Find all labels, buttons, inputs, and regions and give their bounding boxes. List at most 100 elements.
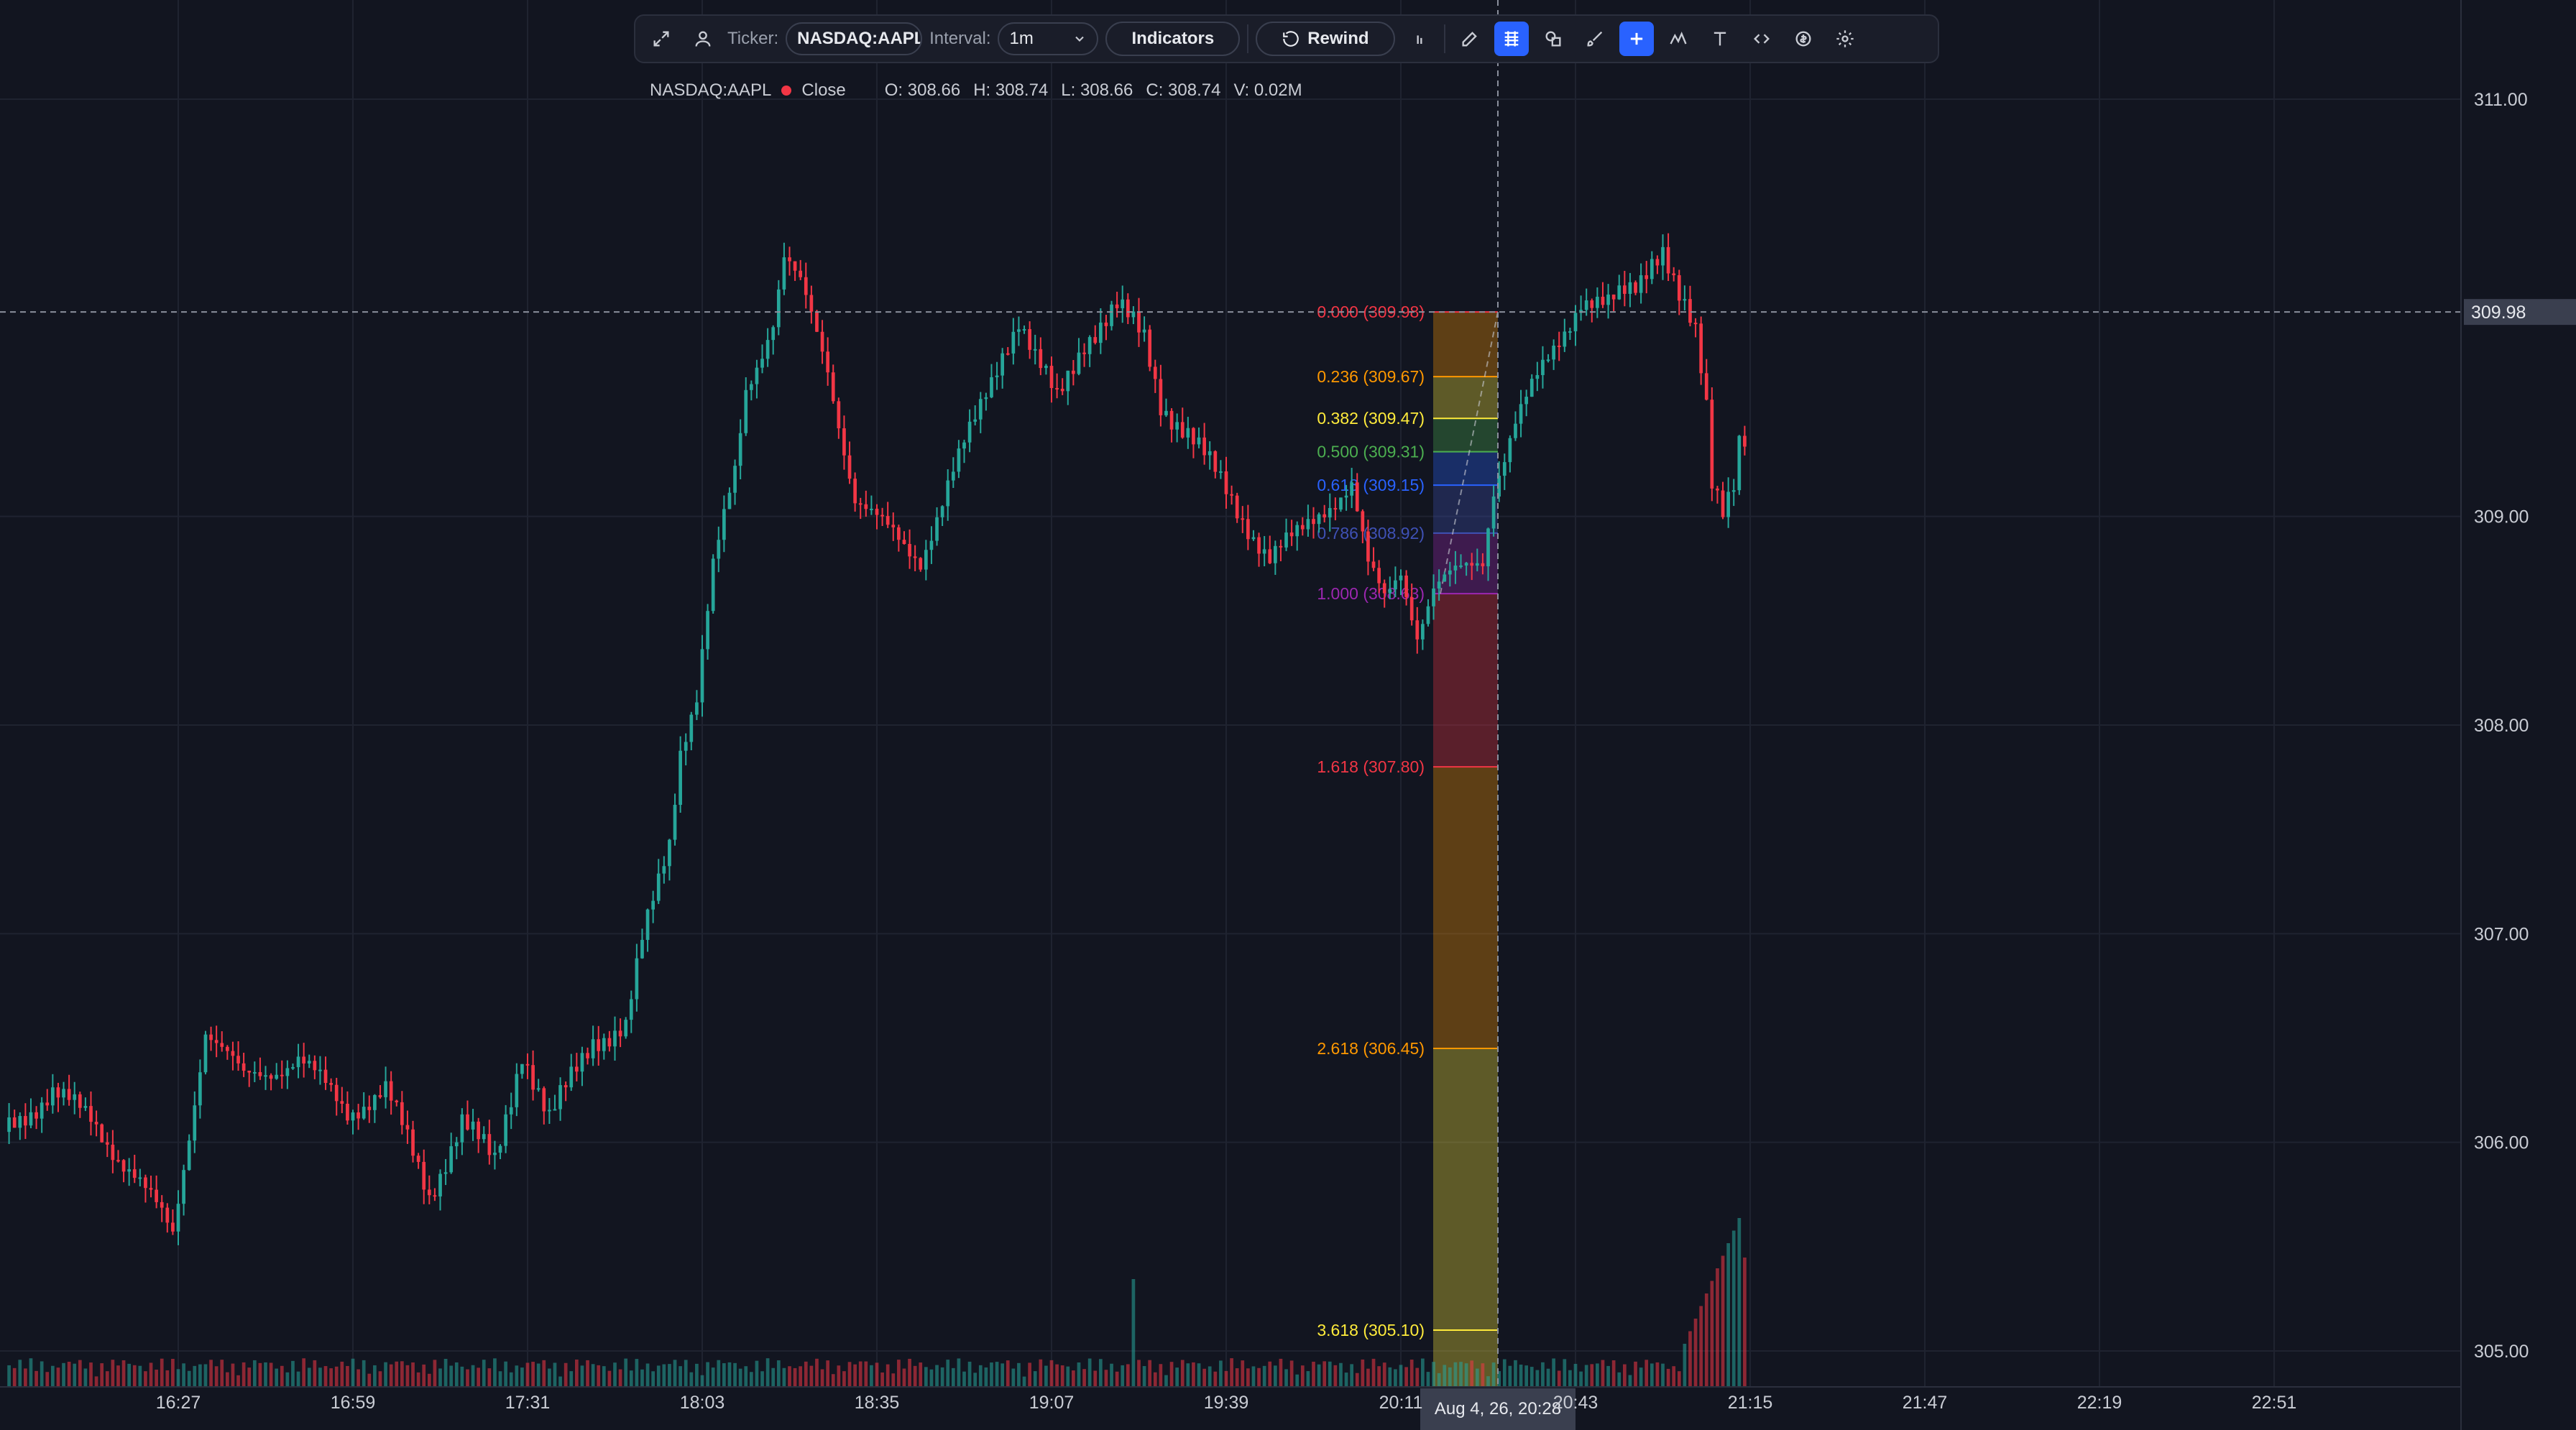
candle-body xyxy=(662,866,666,874)
chart-stage[interactable]: 0.000 (309.98) 0.236 (309.67) 0.382 (309.4… xyxy=(0,0,2576,1430)
candle-body xyxy=(1514,423,1517,438)
volume-bar xyxy=(727,1362,732,1387)
volume-bar xyxy=(504,1361,507,1387)
candle-body xyxy=(171,1222,175,1232)
pencil-icon[interactable] xyxy=(1453,22,1487,56)
volume-bar xyxy=(1208,1366,1212,1387)
volume-bar xyxy=(296,1371,300,1387)
volume-bar xyxy=(1475,1368,1479,1387)
candle-body xyxy=(1306,519,1310,530)
candle-body xyxy=(793,261,797,271)
candle-body xyxy=(384,1081,387,1097)
volume-bar xyxy=(1000,1363,1005,1387)
volume-bar xyxy=(629,1370,633,1387)
rewind-button[interactable]: Rewind xyxy=(1256,22,1395,56)
volume-bar xyxy=(291,1360,295,1387)
crosshair-add-icon[interactable] xyxy=(1619,22,1654,56)
candle-body xyxy=(460,1114,464,1143)
shapes-icon[interactable] xyxy=(1536,22,1570,56)
fullscreen-icon[interactable] xyxy=(644,22,678,56)
volume-bar xyxy=(40,1361,44,1387)
volume-bar xyxy=(1137,1360,1141,1387)
candle-body xyxy=(678,750,682,806)
candle-body xyxy=(247,1070,252,1073)
code-icon[interactable] xyxy=(1744,22,1779,56)
candle-body xyxy=(1677,275,1681,301)
user-icon[interactable] xyxy=(686,22,720,56)
volume-bar xyxy=(531,1362,535,1387)
candle-body xyxy=(1563,331,1567,347)
volume-bar xyxy=(951,1367,955,1387)
volume-bar xyxy=(18,1360,22,1387)
candle-body xyxy=(351,1112,355,1121)
candle-body xyxy=(105,1142,109,1145)
candle-body xyxy=(12,1117,17,1128)
time-axis-label: 16:59 xyxy=(331,1393,376,1413)
candle-body xyxy=(1672,273,1676,275)
volume-bar xyxy=(1289,1360,1294,1387)
candle-body xyxy=(138,1177,142,1179)
volume-bar xyxy=(804,1361,808,1387)
volume-bar xyxy=(395,1361,399,1387)
candle-body xyxy=(89,1106,93,1122)
volume-bar xyxy=(1262,1365,1266,1387)
crosshair-time-label: Aug 4, 26, 20:28 xyxy=(1435,1399,1561,1419)
candle-body xyxy=(1382,583,1386,594)
fib-zone xyxy=(1433,451,1498,486)
text-icon[interactable] xyxy=(1703,22,1737,56)
candle-body xyxy=(902,540,906,545)
candle-body xyxy=(962,442,966,449)
volume-bar xyxy=(1628,1375,1632,1387)
volume-bar xyxy=(880,1372,884,1387)
candle-body xyxy=(689,714,694,742)
pattern-icon[interactable] xyxy=(1661,22,1696,56)
candle-body xyxy=(231,1051,235,1056)
volume-bar xyxy=(389,1364,393,1387)
interval-select[interactable]: 1m xyxy=(998,22,1099,55)
volume-bar xyxy=(1377,1366,1381,1387)
candle-body xyxy=(602,1038,606,1051)
volume-bar xyxy=(1224,1370,1228,1387)
candle-body xyxy=(668,839,671,867)
candle-body xyxy=(291,1067,295,1069)
candle-body xyxy=(1415,620,1420,640)
volume-bar xyxy=(662,1364,666,1387)
price-chart[interactable]: 0.000 (309.98)0.236 (309.67)0.382 (309.4… xyxy=(0,0,2576,1430)
volume-bar xyxy=(548,1368,551,1387)
volume-bar xyxy=(329,1368,333,1387)
chart-legend: NASDAQ:AAPL Close O: 308.66 H: 308.74 L:… xyxy=(650,80,1302,101)
candle-body xyxy=(799,270,803,277)
bar-style-icon[interactable] xyxy=(1402,22,1437,56)
brush-icon[interactable] xyxy=(1578,22,1612,56)
price-axis-label: 308.00 xyxy=(2474,716,2529,736)
volume-bar xyxy=(1481,1363,1485,1387)
candle-body xyxy=(1622,285,1627,294)
volume-bar xyxy=(231,1363,235,1387)
indicators-button[interactable]: Indicators xyxy=(1105,22,1241,56)
volume-bar xyxy=(602,1366,606,1387)
fibonacci-tool-icon[interactable] xyxy=(1494,22,1529,56)
fib-zone xyxy=(1433,1048,1498,1330)
volume-bar xyxy=(1153,1372,1157,1387)
candle-body xyxy=(1716,488,1719,491)
candle-body xyxy=(318,1069,322,1071)
gear-icon[interactable] xyxy=(1828,22,1862,56)
volume-bar xyxy=(1579,1371,1583,1387)
volume-bar xyxy=(127,1363,132,1387)
ohlc-readout: O: 308.66 H: 308.74 L: 308.66 C: 308.74 … xyxy=(885,80,1302,101)
time-axis-label: 21:47 xyxy=(1903,1393,1948,1413)
volume-bar xyxy=(1535,1370,1540,1387)
candle-body xyxy=(1312,519,1315,525)
candle-body xyxy=(749,384,753,390)
candle-body xyxy=(144,1177,147,1189)
candle-body xyxy=(1710,400,1714,489)
candle-body xyxy=(50,1087,55,1106)
candle-body xyxy=(1568,331,1572,333)
volume-bar xyxy=(1672,1366,1676,1387)
coin-icon[interactable] xyxy=(1786,22,1821,56)
candle-body xyxy=(493,1153,497,1155)
fib-level-label: 0.786 (308.92) xyxy=(1317,524,1425,543)
ticker-input[interactable]: NASDAQ:AAPL xyxy=(786,22,923,55)
toolbar-divider xyxy=(1247,24,1249,53)
volume-bar xyxy=(1044,1365,1048,1387)
